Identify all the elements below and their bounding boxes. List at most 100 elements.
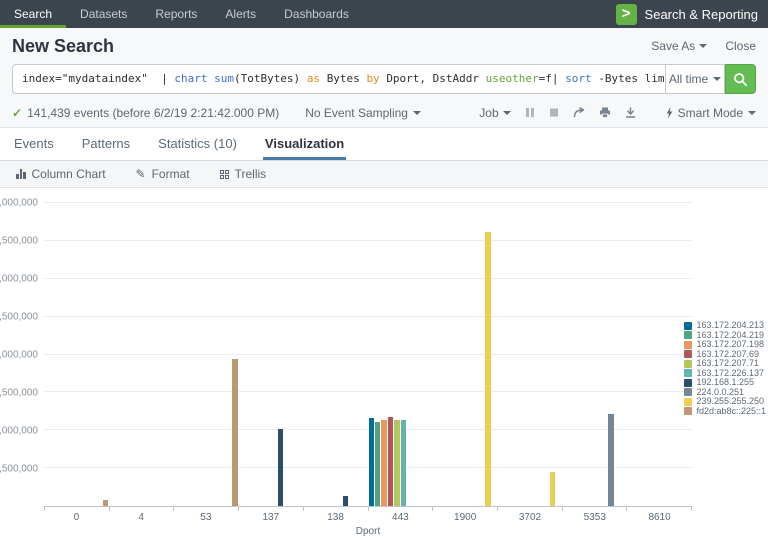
job-done-check-icon: ✓ [12, 106, 22, 120]
job-menu-label: Job [479, 106, 498, 120]
search-submit-button[interactable] [725, 64, 756, 94]
search-mode-label: Smart Mode [678, 106, 743, 120]
legend-swatch [684, 341, 692, 349]
bar-0-fd2d:ab8c::225::1[interactable] [103, 500, 108, 506]
splunk-logo-icon[interactable]: > [616, 4, 637, 25]
category-group [174, 203, 239, 506]
y-tick-label: 5,000,000 [0, 426, 38, 437]
chevron-down-icon [503, 111, 511, 115]
y-tick-label: 12,500,000 [0, 312, 38, 323]
share-icon[interactable] [573, 107, 585, 118]
legend-label: 163.172.207.198 [696, 340, 764, 349]
time-range-picker[interactable]: All time [665, 64, 725, 94]
x-tick-label: 138 [303, 512, 368, 523]
legend-swatch [684, 331, 692, 339]
bar-443-163.172.204.213[interactable] [369, 418, 374, 506]
bar-138-192.168.1.255[interactable] [343, 496, 348, 506]
bar-53-fd2d:ab8c::225::1[interactable] [232, 359, 237, 506]
column-chart: 2,500,0005,000,0007,500,00010,000,00012,… [0, 188, 768, 536]
chart-type-button[interactable]: Column Chart [16, 167, 106, 181]
legend-swatch [684, 369, 692, 377]
nav-item-search[interactable]: Search [0, 0, 66, 28]
print-icon[interactable] [599, 107, 611, 118]
legend-swatch [684, 407, 692, 415]
trellis-button[interactable]: Trellis [220, 167, 267, 181]
x-tick [562, 507, 627, 511]
nav-item-dashboards[interactable]: Dashboards [270, 0, 363, 28]
lightning-bolt-icon [666, 107, 673, 119]
top-nav: Search Datasets Reports Alerts Dashboard… [0, 0, 768, 28]
nav-item-alerts[interactable]: Alerts [211, 0, 270, 28]
y-tick-label: 17,500,000 [0, 236, 38, 247]
query-segment: Dport, DstAddr [386, 72, 485, 85]
search-query-input[interactable]: index="mydataindex" | chart sum(TotBytes… [12, 64, 665, 94]
category-group [303, 203, 368, 506]
chevron-down-icon [748, 111, 756, 115]
legend-swatch [684, 379, 692, 387]
x-tick-label: 137 [238, 512, 303, 523]
legend-label: 239.255.255.250 [696, 397, 764, 406]
chevron-down-icon [699, 44, 707, 48]
page-title: New Search [12, 36, 114, 57]
query-segment: index="mydataindex" | [22, 72, 174, 85]
bar-443-163.172.207.71[interactable] [394, 420, 399, 506]
app-name: Search & Reporting [645, 7, 758, 22]
stop-icon[interactable] [549, 107, 559, 118]
tab-patterns[interactable]: Patterns [80, 128, 132, 160]
y-tick-label: 7,500,000 [0, 388, 38, 399]
tab-statistics[interactable]: Statistics (10) [156, 128, 239, 160]
format-button[interactable]: ✎ Format [136, 167, 190, 181]
search-mode-selector[interactable]: Smart Mode [666, 106, 756, 120]
legend-swatch [684, 360, 692, 368]
events-summary: 141,439 events (before 6/2/19 2:21:42.00… [27, 106, 279, 120]
bar-443-163.172.207.198[interactable] [381, 420, 386, 506]
pause-icon[interactable] [525, 107, 535, 118]
x-axis-labels: 04531371384431900370253538610 [44, 512, 692, 523]
tab-events[interactable]: Events [12, 128, 56, 160]
tab-visualization[interactable]: Visualization [263, 128, 346, 160]
time-range-label: All time [669, 72, 708, 86]
bar-3702-239.255.255.250[interactable] [550, 472, 555, 506]
event-sampling-dropdown[interactable]: No Event Sampling [305, 106, 421, 120]
job-menu-button[interactable]: Job [479, 106, 510, 120]
nav-item-datasets[interactable]: Datasets [66, 0, 141, 28]
chart-type-label: Column Chart [32, 167, 106, 181]
y-tick-label: 2,500,000 [0, 464, 38, 475]
category-group [433, 203, 498, 506]
close-button[interactable]: Close [725, 39, 756, 53]
x-tick [497, 507, 562, 511]
legend-swatch [684, 322, 692, 330]
x-tick-label: 53 [174, 512, 239, 523]
query-segment: sum [214, 72, 234, 85]
query-segment: by [366, 72, 386, 85]
legend-item[interactable]: fd2d:ab8c::225::1 [684, 407, 766, 417]
legend-label: fd2d:ab8c::225::1 [696, 407, 766, 416]
x-tick [173, 507, 238, 511]
x-tick-label: 3702 [498, 512, 563, 523]
x-axis-title: Dport [44, 526, 692, 536]
format-label: Format [152, 167, 190, 181]
x-tick [109, 507, 174, 511]
query-segment: =f| [539, 72, 566, 85]
bar-443-163.172.204.219[interactable] [375, 422, 380, 506]
search-header: New Search Save As Close index="mydatain… [0, 28, 768, 128]
legend-label: 163.172.207.71 [696, 359, 759, 368]
results-tabs: Events Patterns Statistics (10) Visualiz… [0, 128, 768, 161]
bar-1900-239.255.255.250[interactable] [485, 232, 490, 506]
chevron-down-icon [713, 77, 721, 81]
legend-swatch [684, 398, 692, 406]
export-icon[interactable] [625, 107, 636, 118]
bar-443-163.172.226.137[interactable] [401, 420, 406, 506]
category-group [109, 203, 174, 506]
bar-443-163.172.207.69[interactable] [388, 417, 393, 506]
query-segment: Bytes [327, 72, 367, 85]
query-segment: (TotBytes) [234, 72, 307, 85]
save-as-label: Save As [651, 39, 695, 53]
save-as-button[interactable]: Save As [651, 39, 707, 53]
nav-item-reports[interactable]: Reports [141, 0, 211, 28]
bar-5353-224.0.0.251[interactable] [608, 414, 613, 506]
x-tick-label: 443 [368, 512, 433, 523]
bar-137-192.168.1.255[interactable] [278, 429, 283, 506]
category-group [238, 203, 303, 506]
query-segment: as [307, 72, 327, 85]
